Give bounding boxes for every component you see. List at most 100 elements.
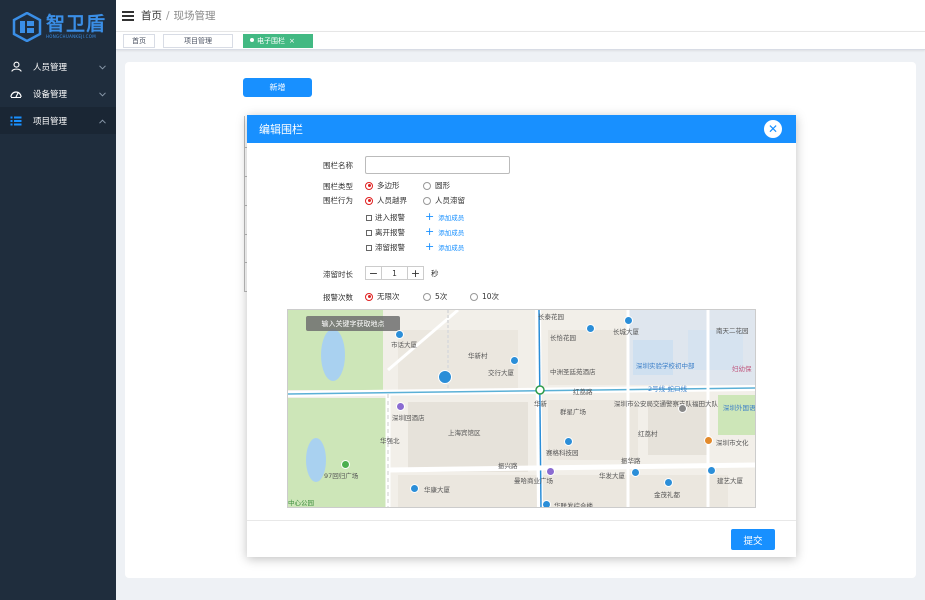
map-search-input[interactable]: 输入关键字获取地点 (306, 316, 400, 331)
radio-label: 圆形 (435, 181, 450, 190)
map-label: 振兴路 (498, 462, 518, 470)
map-label: 上海宾馆区 (448, 429, 481, 437)
poi-pin-icon[interactable] (510, 356, 519, 365)
behavior-cross-border-radio[interactable]: 人员越界 (365, 195, 407, 206)
stay-duration-stepper: − 1 + (365, 266, 424, 280)
fence-type-label: 围栏类型 (323, 182, 353, 191)
poi-pin-icon[interactable] (631, 468, 640, 477)
sidebar-item-projects[interactable]: 项目管理 (0, 107, 116, 134)
increment-button[interactable]: + (408, 267, 423, 280)
map-label: 建艺大厦 (717, 477, 743, 485)
top-navbar: 首页 / 现场管理 (116, 0, 925, 31)
map-label: 华发大厦 (599, 472, 625, 480)
dialog-header: 编辑围栏 (247, 115, 796, 143)
sidebar-item-label: 人员管理 (33, 62, 68, 73)
map-label: 红荔村 (638, 430, 658, 438)
plus-icon: + (425, 210, 435, 223)
radio-label: 无限次 (377, 292, 400, 301)
hamburger-menu-icon[interactable] (122, 10, 134, 21)
poi-pin-icon[interactable] (707, 466, 716, 475)
hotel-pin-icon[interactable] (396, 402, 405, 411)
active-dot-icon (250, 38, 254, 42)
map-label: 97回归广场 (324, 472, 359, 480)
checkbox-label: 离开报警 (375, 228, 405, 237)
chevron-down-icon (99, 90, 106, 100)
alarm-count-unlimited-radio[interactable]: 无限次 (365, 291, 400, 302)
map-label: 曼哈商业广场 (514, 477, 553, 485)
fence-type-polygon-radio[interactable]: 多边形 (365, 180, 400, 191)
map-label: 深圳回酒店 (392, 414, 425, 422)
add-member-label: 添加成员 (438, 244, 465, 252)
tag-electronic-fence[interactable]: 电子围栏 × (243, 34, 313, 48)
radio-label: 10次 (482, 292, 500, 301)
map-label: 华强北 (380, 437, 400, 445)
poi-pin-icon[interactable] (564, 437, 573, 446)
radio-label: 5次 (435, 292, 448, 301)
add-member-enter-button[interactable]: + 添加成员 (425, 210, 465, 223)
poi-pin-icon[interactable] (704, 436, 713, 445)
submit-button[interactable]: 提交 (731, 529, 775, 550)
list-icon (10, 115, 22, 127)
plus-icon: + (425, 240, 435, 253)
poi-pin-icon[interactable] (678, 404, 687, 413)
map-view[interactable]: 输入关键字获取地点 长泰花园 长恰花园 长城大厦 南天二花园 市话大厦 华新村 … (287, 309, 756, 508)
tag-label: 电子围栏 (257, 37, 285, 45)
behavior-stay-radio[interactable]: 人员滞留 (423, 195, 465, 206)
poi-pin-icon[interactable] (664, 478, 673, 487)
enter-alarm-checkbox[interactable]: 进入报警 (366, 212, 405, 223)
add-button[interactable]: 新增 (243, 78, 312, 97)
current-location-icon[interactable] (438, 370, 452, 384)
sidebar-item-personnel[interactable]: 人员管理 (0, 53, 116, 80)
breadcrumb-separator: / (166, 9, 170, 22)
logo-title: 智卫盾 (46, 12, 107, 35)
dialog-footer: 提交 (247, 520, 796, 557)
map-label: 交行大厦 (488, 369, 514, 377)
decrement-button[interactable]: − (366, 267, 381, 280)
breadcrumb-current: 现场管理 (173, 10, 216, 22)
poi-pin-icon[interactable] (542, 500, 551, 507)
poi-pin-icon[interactable] (395, 330, 404, 339)
add-member-stay-button[interactable]: + 添加成员 (425, 240, 465, 253)
tag-project-management[interactable]: 项目管理 (163, 34, 233, 48)
alarm-count-5-radio[interactable]: 5次 (423, 291, 447, 302)
fence-type-circle-radio[interactable]: 圆形 (423, 180, 450, 191)
map-label: 华新 (534, 400, 547, 408)
fence-name-input[interactable] (365, 156, 510, 174)
tag-close-icon[interactable]: × (289, 37, 295, 45)
poi-pin-icon[interactable] (410, 484, 419, 493)
sidebar-item-label: 项目管理 (33, 116, 68, 127)
logo: 智卫盾 HONGCHUANKEJI.COM (0, 0, 116, 53)
map-label: 振华路 (621, 457, 641, 465)
stay-duration-value[interactable]: 1 (381, 267, 408, 279)
tag-label: 项目管理 (184, 37, 212, 45)
fence-behavior-label: 围栏行为 (323, 196, 353, 205)
background-table-edge (244, 116, 246, 292)
breadcrumb-home[interactable]: 首页 (141, 8, 162, 23)
sidebar-item-label: 设备管理 (33, 89, 68, 100)
poi-pin-icon[interactable] (341, 460, 350, 469)
sidebar-item-devices[interactable]: 设备管理 (0, 80, 116, 107)
poi-pin-icon[interactable] (624, 316, 633, 325)
logo-subtitle: HONGCHUANKEJI.COM (46, 33, 96, 39)
alarm-count-10-radio[interactable]: 10次 (470, 291, 499, 302)
close-icon[interactable]: ✕ (764, 120, 782, 138)
checkbox-label: 进入报警 (375, 213, 405, 222)
map-label: 深圳外国语学校初中部 (723, 404, 756, 412)
poi-pin-icon[interactable] (586, 324, 595, 333)
edit-fence-dialog: 编辑围栏 ✕ 围栏名称 围栏类型 多边形 圆形 围栏行为 人员越界 人员滞留 进… (247, 115, 796, 557)
map-label: 群星广场 (560, 408, 586, 416)
map-label: 红荔路 (573, 388, 593, 396)
user-icon (10, 61, 22, 73)
stay-alarm-checkbox[interactable]: 滞留报警 (366, 242, 405, 253)
map-label: 中洲圣廷苑酒店 (550, 368, 596, 376)
dialog-title: 编辑围栏 (259, 123, 303, 136)
tag-home[interactable]: 首页 (123, 34, 155, 48)
tag-label: 首页 (132, 37, 146, 45)
leave-alarm-checkbox[interactable]: 离开报警 (366, 227, 405, 238)
add-member-leave-button[interactable]: + 添加成员 (425, 226, 465, 237)
fence-name-label: 围栏名称 (323, 161, 353, 170)
map-label: 长城大厦 (613, 328, 639, 336)
add-member-label: 添加成员 (438, 229, 465, 237)
add-member-label: 添加成员 (438, 214, 465, 222)
chevron-up-icon (99, 117, 106, 127)
